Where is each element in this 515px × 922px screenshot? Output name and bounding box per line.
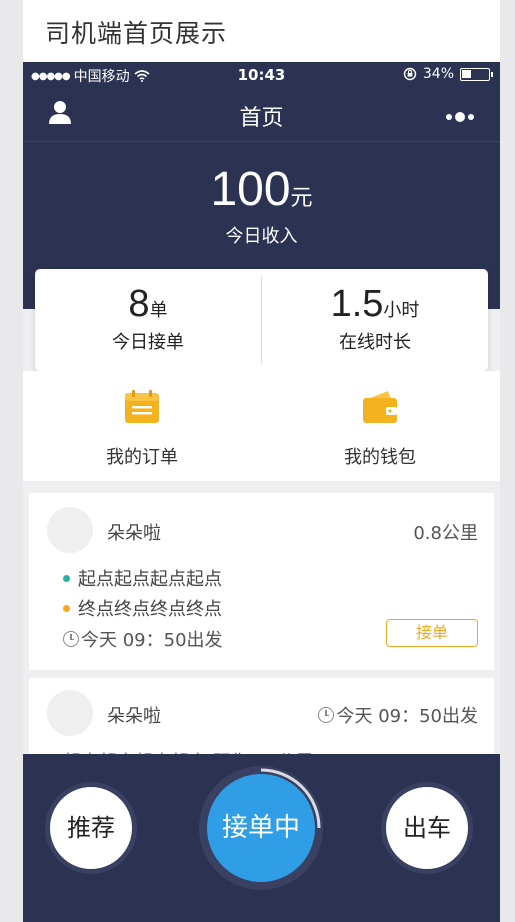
departure-time-label: 今天 09：50出发 [336,706,478,727]
online-label: 在线时长 [339,332,411,353]
clock-icon [63,631,79,647]
income-unit: 元 [290,186,313,211]
start-row: 起点起点起点起点 [63,565,222,591]
distance-label: 0.8公里 [413,523,478,544]
orders-label: 今日接单 [112,332,184,353]
more-icon[interactable] [446,112,474,122]
online-value: 1.5 [330,283,384,325]
start-location: 起点起点起点起点 [78,569,222,590]
status-right: 34% [403,66,493,82]
calendar-icon [125,390,159,423]
wallet-icon [363,391,397,423]
end-dot-icon [63,604,70,612]
start-dot-icon [63,574,70,582]
clock-icon [318,707,335,723]
end-location: 终点终点终点终点 [78,599,222,620]
shortcuts: 我的订单 我的钱包 [23,371,500,481]
bottom-bar: 推荐 接单中 出车 [23,754,500,922]
more-dot [455,112,465,122]
battery-fill [462,69,471,78]
my-orders-label: 我的订单 [106,447,178,468]
phone-screen: ●●●●● 中国移动 10:43 34% 首页 100元 今日收入 8单 今日接… [23,62,500,922]
my-wallet-label: 我的钱包 [344,447,416,468]
more-dot [468,114,474,120]
avatar [47,690,93,736]
online-unit: 小时 [383,300,420,321]
battery-percent: 34% [422,66,454,82]
online-time-stat: 1.5小时 在线时长 [262,283,488,354]
accepting-ring: 接单中 [199,766,323,890]
order-card[interactable]: 朵朵啦 0.8公里 起点起点起点起点 终点终点终点终点 今天 09：50出发 接… [29,493,494,670]
nav-bar: 首页 [23,90,500,142]
recommend-button[interactable]: 推荐 [45,782,137,874]
rotation-lock-icon [403,67,417,81]
income-label: 今日收入 [225,226,298,247]
today-income: 100元 [23,162,500,217]
caption-title: 司机端首页展示 [45,19,228,48]
my-orders-shortcut[interactable]: 我的订单 [23,389,261,469]
accept-order-button[interactable]: 接单 [386,619,478,647]
departure-time: 今天 09：50出发 [63,626,223,652]
orders-unit: 单 [149,300,168,321]
status-bar: ●●●●● 中国移动 10:43 34% [23,62,500,88]
page-title: 首页 [239,106,284,131]
more-dot [446,114,452,120]
depart-button[interactable]: 出车 [381,782,473,874]
avatar [47,507,93,553]
departure-time-label: 今天 09：50出发 [81,630,223,651]
battery-icon [460,67,493,81]
stats-card: 8单 今日接单 1.5小时 在线时长 [35,269,488,371]
my-wallet-shortcut[interactable]: 我的钱包 [261,389,499,469]
passenger-name: 朵朵啦 [107,706,161,727]
end-row: 终点终点终点终点 [63,595,222,621]
income-amount: 100 [210,163,291,216]
accepting-orders-button[interactable]: 接单中 [207,774,315,882]
today-orders-stat: 8单 今日接单 [35,283,261,354]
orders-value: 8 [128,283,150,325]
passenger-name: 朵朵啦 [107,523,161,544]
caption-panel: 司机端首页展示 [23,0,500,62]
departure-time: 今天 09：50出发 [318,702,478,728]
